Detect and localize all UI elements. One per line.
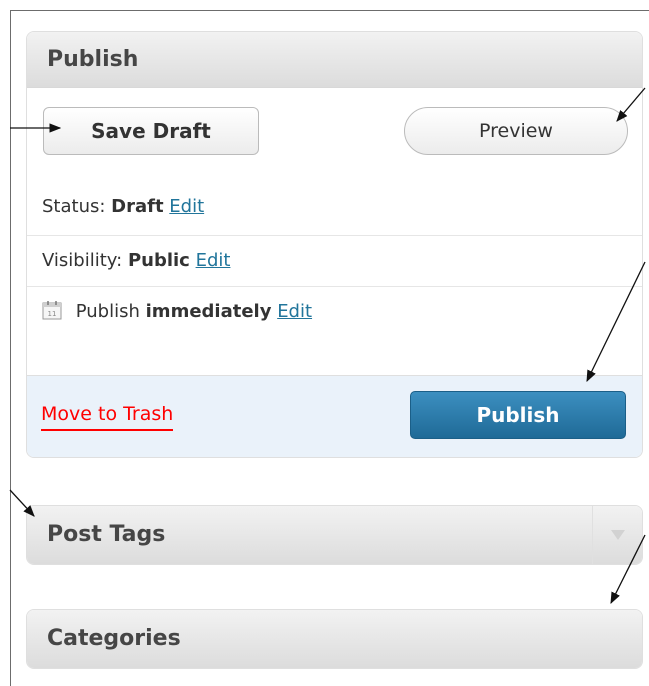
triangle-down-icon <box>610 530 625 540</box>
visibility-edit-link[interactable]: Edit <box>196 250 231 271</box>
toggle-button[interactable] <box>592 506 642 564</box>
move-to-trash-link[interactable]: Move to Trash <box>41 403 174 431</box>
categories-box[interactable]: Categories <box>26 609 643 669</box>
preview-button[interactable]: Preview <box>404 107 628 155</box>
post-tags-title[interactable]: Post Tags <box>27 506 642 564</box>
status-edit-link[interactable]: Edit <box>169 196 204 217</box>
publish-box-title: Publish <box>27 32 642 88</box>
save-draft-button[interactable]: Save Draft <box>43 107 259 155</box>
categories-title[interactable]: Categories <box>27 610 642 668</box>
divider <box>27 235 642 236</box>
schedule-row: 11 Publish immediately Edit <box>27 300 642 322</box>
calendar-icon: 11 <box>42 301 62 320</box>
visibility-row: Visibility: Public Edit <box>27 250 642 271</box>
post-tags-box[interactable]: Post Tags <box>26 505 643 565</box>
schedule-label: Publish <box>75 301 140 322</box>
visibility-label: Visibility: <box>42 250 123 271</box>
publish-actions: Move to Trash Publish <box>27 375 642 457</box>
divider <box>27 286 642 287</box>
status-row: Status: Draft Edit <box>27 196 642 217</box>
status-value: Draft <box>111 196 164 217</box>
status-label: Status: <box>42 196 106 217</box>
visibility-value: Public <box>127 250 190 271</box>
svg-text:11: 11 <box>48 310 57 318</box>
publish-button[interactable]: Publish <box>410 391 626 439</box>
schedule-edit-link[interactable]: Edit <box>277 301 312 322</box>
publish-box: Publish Save Draft Preview Status: Draft… <box>26 31 643 458</box>
schedule-value: immediately <box>145 301 272 322</box>
